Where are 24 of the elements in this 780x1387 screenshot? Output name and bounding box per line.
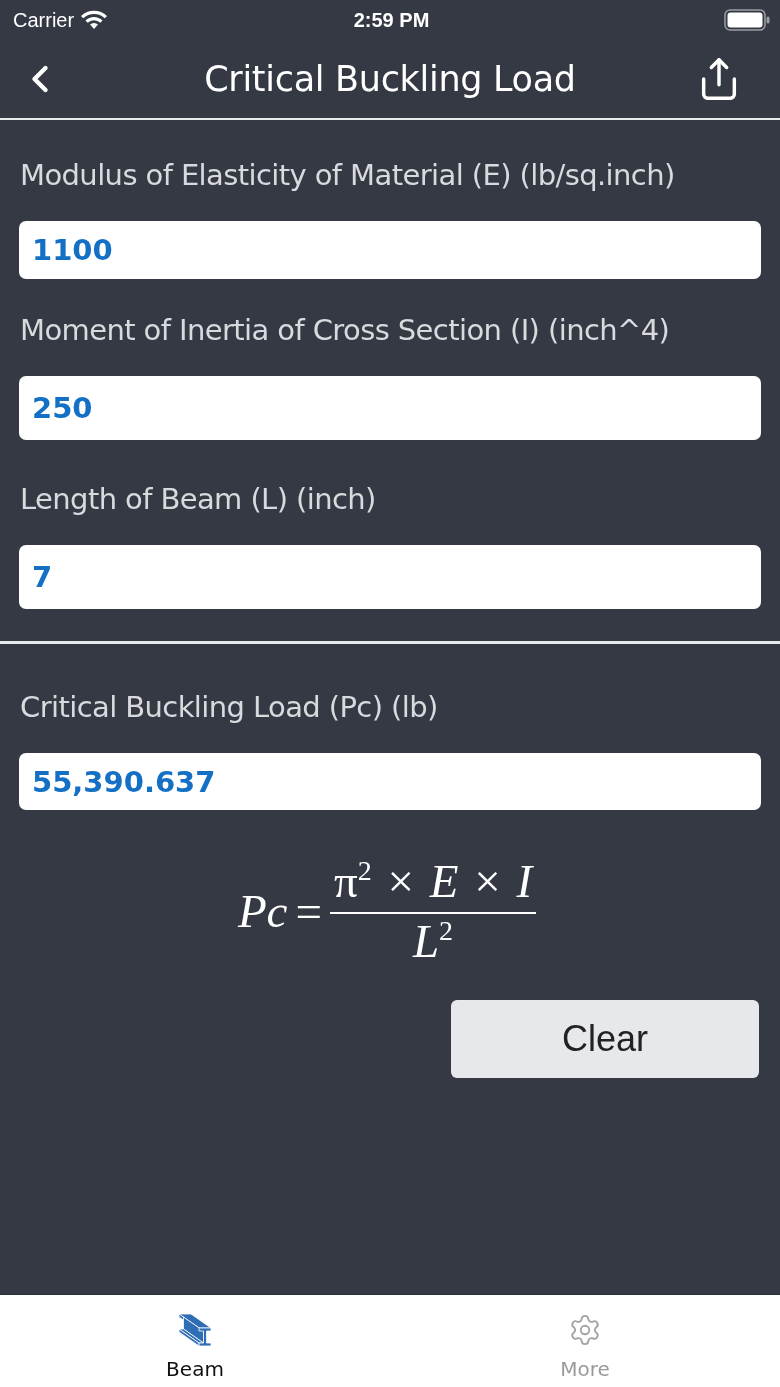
input-field[interactable]: 7 [19,545,761,609]
formula-numerator: π$^{2}$ × E × I [329,854,537,914]
formula-lhs: Pc [237,884,288,938]
input-field[interactable]: 250 [19,376,761,440]
i-beam-icon [178,1313,212,1347]
screen-title: Critical Buckling Load [203,59,577,99]
formula-equals: = [295,884,322,938]
input-field[interactable]: 1100 [19,221,761,279]
carrier-name: Carrier [13,8,75,32]
tab-item[interactable]: Beam [166,1295,224,1387]
tab-label: Beam [166,1357,224,1381]
battery-icon [724,9,770,31]
field-label: Length of Beam (L) (inch) [19,482,377,516]
field-label: Moment of Inertia of Cross Section (I) (inch^4) [19,313,671,347]
result-field[interactable]: 55,390.637 [19,753,761,810]
tab-label: More [560,1357,610,1381]
clear-button[interactable]: Clear [451,1000,759,1078]
result-label: Critical Buckling Load (Pc) (lb) [19,690,439,724]
tab-item[interactable]: More [560,1295,610,1387]
wifi-icon [80,10,109,30]
field-label: Modulus of Elasticity of Material (E) (lb/sq.inch) [19,158,676,192]
status-time: 2:59 PM [353,8,430,32]
settings-icon [568,1313,602,1347]
formula-denominator: L$^{2}$ [412,914,454,968]
